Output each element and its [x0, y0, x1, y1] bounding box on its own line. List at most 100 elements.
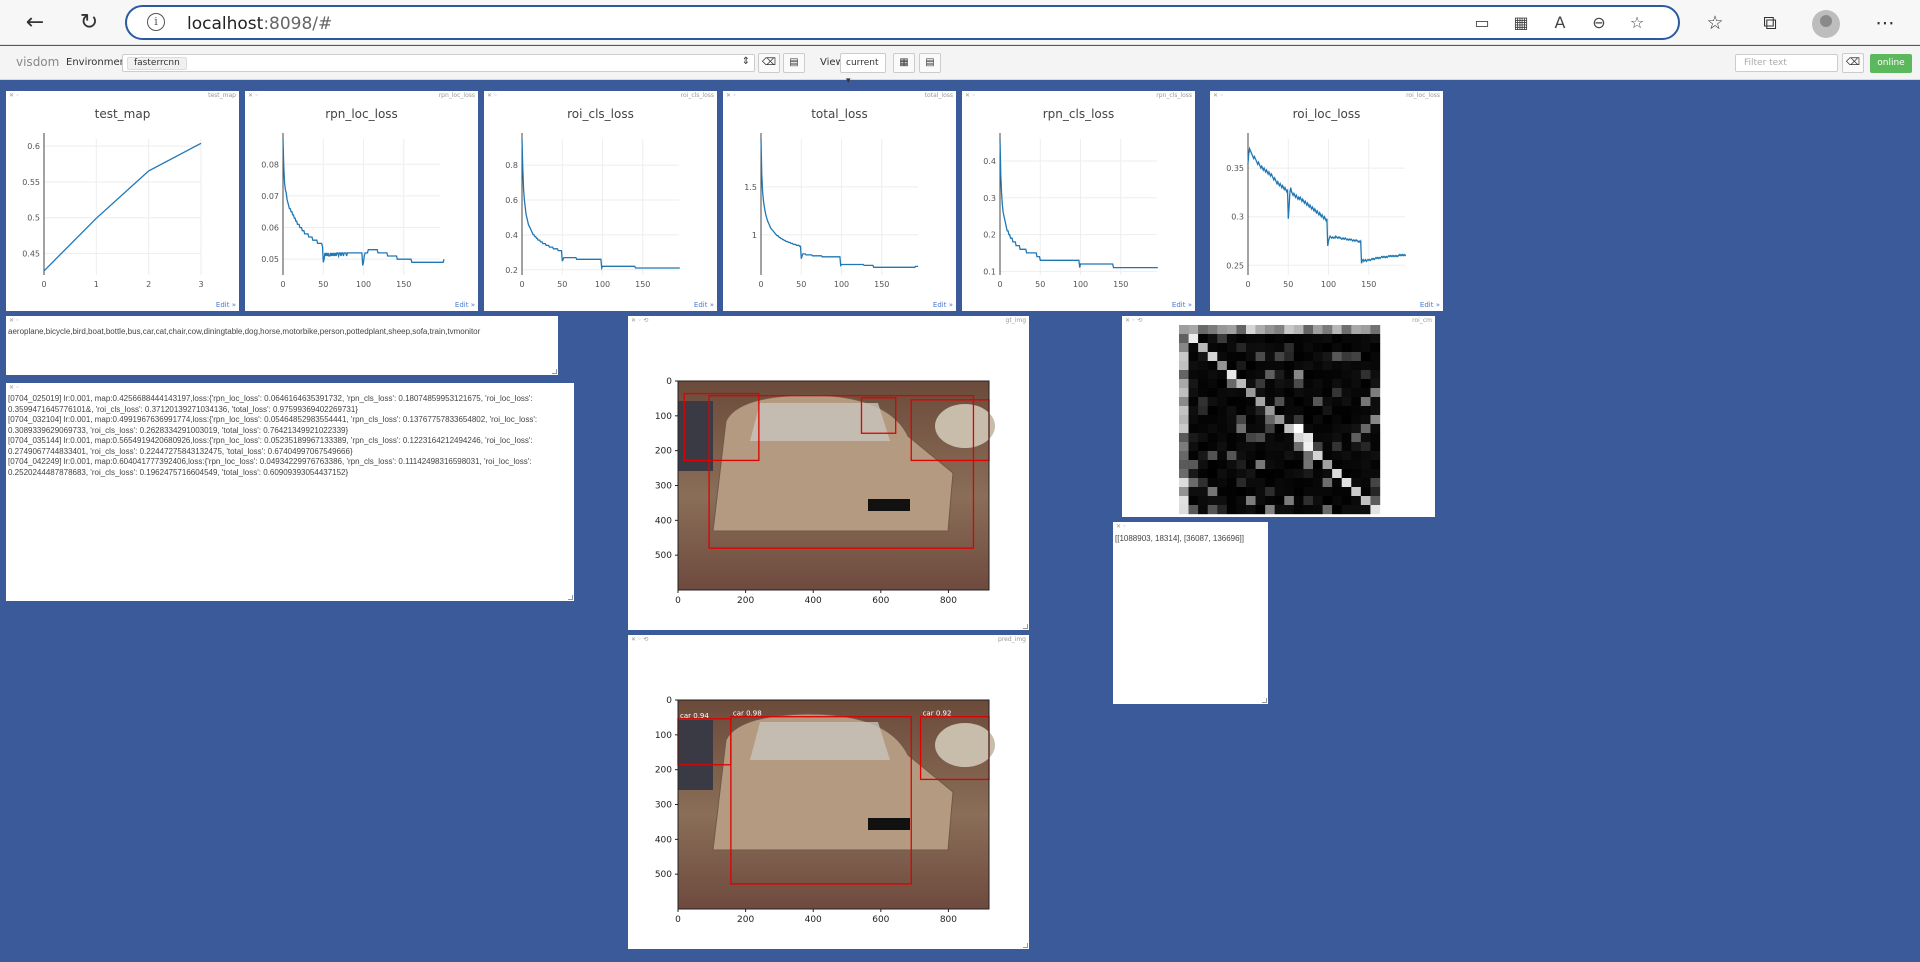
- heatmap-cell: [1303, 496, 1314, 506]
- heatmap-cell: [1198, 343, 1208, 353]
- y-tick-label: 0.4: [983, 157, 996, 166]
- heatmap-cell: [1370, 343, 1381, 353]
- x-tick-label: 100: [1321, 280, 1336, 289]
- heatmap-cell: [1341, 397, 1352, 407]
- read-aloud-icon[interactable]: A: [1550, 13, 1570, 33]
- heatmap-cell: [1236, 496, 1247, 506]
- heatmap-cell: [1313, 325, 1323, 335]
- heatmap-cell: [1370, 460, 1381, 470]
- pane-handle[interactable]: ✕ ◦: [1116, 523, 1126, 530]
- x-tick-label: 50: [1035, 280, 1045, 289]
- more-menu-icon[interactable]: ⋯: [1872, 10, 1898, 36]
- environment-tag[interactable]: fasterrcnn: [127, 57, 187, 70]
- heatmap-cell: [1255, 505, 1266, 515]
- site-info-icon[interactable]: i: [147, 13, 165, 31]
- heatmap-cell: [1198, 352, 1208, 362]
- heatmap-cell: [1370, 352, 1381, 362]
- heatmap-cell: [1313, 442, 1323, 452]
- heatmap-cell: [1226, 469, 1237, 479]
- x-tick-label: 100: [595, 280, 610, 289]
- heatmap-cell: [1293, 433, 1304, 443]
- apps-icon[interactable]: ▦: [1511, 13, 1531, 33]
- heatmap-cell: [1360, 397, 1371, 407]
- collections-icon[interactable]: ⧉: [1757, 10, 1783, 36]
- chart-pane-roi-loc-loss: ✕ ◦ roi_loc_loss roi_loc_loss Edit » 0.25 0.3…: [1210, 91, 1443, 311]
- heatmap-cell: [1370, 469, 1381, 479]
- heatmap-cell: [1274, 370, 1285, 380]
- filter-input[interactable]: Filter text: [1735, 54, 1838, 72]
- heatmap-cell: [1370, 496, 1381, 506]
- log-line: 0.2749067744833401, 'roi_cls_loss': 0.22…: [8, 446, 353, 456]
- heatmap-cell: [1207, 388, 1218, 398]
- heatmap-cell: [1246, 415, 1256, 425]
- heatmap-cell: [1265, 370, 1275, 380]
- resize-handle[interactable]: [1023, 943, 1028, 948]
- heatmap-cell: [1293, 334, 1304, 344]
- view-select[interactable]: current ▾: [840, 53, 886, 86]
- heatmap-cell: [1179, 469, 1189, 479]
- car-left-shape: [678, 720, 713, 790]
- series-line: [1247, 146, 1407, 264]
- heatmap-cell: [1226, 487, 1237, 497]
- y-tick-label: 300: [655, 482, 672, 492]
- resize-handle[interactable]: [552, 369, 557, 374]
- heatmap-cell: [1274, 505, 1285, 515]
- heatmap-cell: [1255, 352, 1266, 362]
- back-icon[interactable]: ←: [22, 10, 48, 36]
- heatmap-cell: [1217, 352, 1228, 362]
- heatmap-cell: [1236, 370, 1247, 380]
- clear-filter-button[interactable]: ⌫: [1842, 53, 1864, 73]
- favorites-icon[interactable]: ☆: [1702, 10, 1728, 36]
- heatmap-cell: [1284, 334, 1295, 344]
- zoom-out-icon[interactable]: ⊖: [1589, 13, 1609, 33]
- repack-button[interactable]: ▦: [893, 53, 915, 73]
- heatmap-cell: [1188, 406, 1199, 416]
- heatmap-cell: [1188, 370, 1199, 380]
- reload-icon[interactable]: ↻: [76, 10, 102, 36]
- cast-icon[interactable]: ▭: [1472, 13, 1492, 33]
- heatmap-cell: [1293, 496, 1304, 506]
- heatmap-cell: [1188, 325, 1199, 335]
- add-favorite-icon[interactable]: ☆: [1627, 13, 1647, 33]
- heatmap-cell: [1370, 388, 1381, 398]
- heatmap-cell: [1188, 469, 1199, 479]
- line-chart-svg: 0.2 0.4 0.6 0.8 0 50 100 150: [505, 133, 680, 289]
- heatmap-cell: [1284, 460, 1295, 470]
- manage-env-button[interactable]: ▤: [783, 53, 805, 73]
- env-arrow-icon[interactable]: ⇕: [737, 53, 755, 73]
- heatmap-cell: [1284, 487, 1295, 497]
- profile-avatar[interactable]: [1812, 10, 1840, 38]
- heatmap-cell: [1188, 379, 1199, 389]
- pane-handle[interactable]: ✕ ◦: [9, 317, 19, 324]
- clear-env-button[interactable]: ⌫: [758, 53, 780, 73]
- heatmap-cell: [1332, 361, 1342, 371]
- y-tick-label: 0.5: [27, 214, 40, 223]
- x-tick-label: 800: [940, 915, 957, 925]
- heatmap-cell: [1370, 334, 1381, 344]
- resize-handle[interactable]: [568, 595, 573, 600]
- address-bar[interactable]: i localhost:8098/# ▭ ▦ A ⊖ ☆: [125, 5, 1680, 40]
- manage-views-button[interactable]: ▤: [919, 53, 941, 73]
- heatmap-cell: [1322, 361, 1333, 371]
- resize-handle[interactable]: [1023, 624, 1028, 629]
- environment-select[interactable]: fasterrcnn: [122, 54, 755, 72]
- heatmap-cell: [1332, 379, 1342, 389]
- heatmap-cell: [1226, 397, 1237, 407]
- heatmap-cell: [1370, 361, 1381, 371]
- heatmap-cell: [1179, 379, 1189, 389]
- heatmap-cell: [1217, 397, 1228, 407]
- heatmap-cell: [1313, 460, 1323, 470]
- online-status-button[interactable]: online: [1870, 54, 1912, 73]
- heatmap-cell: [1265, 325, 1275, 335]
- heatmap-cell: [1313, 370, 1323, 380]
- x-tick-label: 50: [1283, 280, 1293, 289]
- heatmap-cell: [1226, 334, 1237, 344]
- y-tick-label: 0.3: [1231, 213, 1244, 222]
- resize-handle[interactable]: [1262, 698, 1267, 703]
- heatmap-cell: [1188, 361, 1199, 371]
- pane-handle[interactable]: ✕ ◦: [9, 384, 19, 391]
- x-tick-label: 0: [280, 280, 285, 289]
- pred-image-plot: car 0.94 car 0.98 car 0.92 0 200 400 600 800 0 10…: [655, 696, 995, 925]
- heatmap-cell: [1332, 370, 1342, 380]
- heatmap-cell: [1188, 343, 1199, 353]
